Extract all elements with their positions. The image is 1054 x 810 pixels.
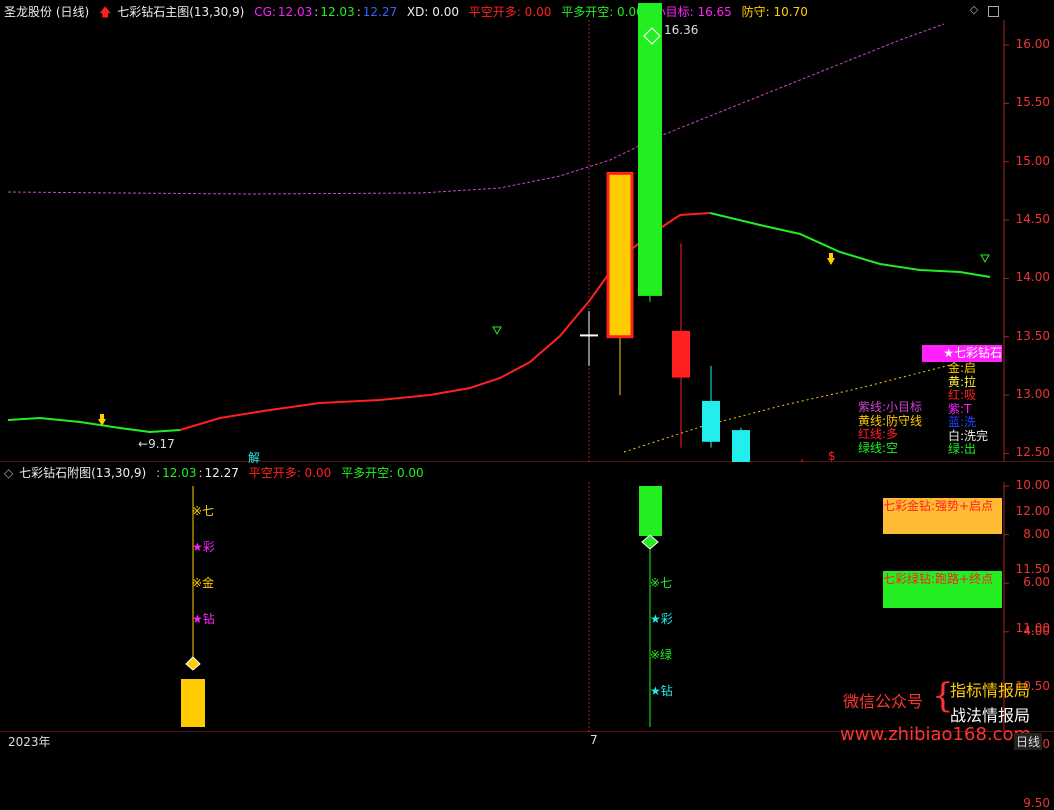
wechat-label: 微信公众号: [843, 692, 924, 711]
brand-1: 指标情报局: [950, 681, 1031, 700]
price-tick-label: 15.50: [1015, 95, 1050, 110]
candle: [638, 2, 662, 296]
green-bar: [639, 486, 662, 536]
period-label[interactable]: 日线: [1014, 733, 1043, 750]
legend-green-line: 绿线:空: [858, 440, 899, 455]
sub-left-jin: ※金: [192, 576, 215, 590]
legend-right: 金:启 黄:拉 红:吸 紫:T 蓝:洗 白:洗完 绿:出: [948, 361, 989, 457]
price-tick-label: 16.00: [1015, 37, 1050, 51]
sub-right-qi: ※七: [650, 576, 673, 590]
sub-right-cai: ★彩: [650, 612, 673, 626]
legend-red-line: 红线:多: [858, 427, 899, 441]
green-diamond-box: 七彩绿钻:跑路+终点: [883, 571, 1002, 608]
green-arrow-down-icon: [492, 326, 502, 336]
sub-left-qi: ※七: [192, 504, 215, 518]
brand-2: 战法情报局: [950, 706, 1031, 725]
low-price-label: ←9.17: [138, 437, 175, 451]
candle: [732, 430, 750, 462]
qicai-tag: ★七彩钻石: [922, 345, 1002, 362]
gold-diamond-box: 七彩金钻:强势+启点: [883, 498, 1002, 534]
price-tick-label: 13.00: [1015, 387, 1050, 402]
site-url: www.zhibiao168.com: [840, 724, 1032, 745]
sub-right-zuan: ★钻: [650, 684, 673, 698]
legend-left: 紫线:小目标 黄线:防守线 红线:多 绿线:空: [858, 400, 923, 455]
ma-green-left: [7, 416, 181, 434]
purple-target-line: [7, 23, 945, 195]
sub-tick-label: 4.00: [1023, 623, 1050, 638]
legend-yellow-line: 黄线:防守线: [858, 413, 923, 428]
price-tick-label: 9.50: [1023, 795, 1050, 810]
year-label: 2023年: [8, 735, 51, 749]
candle: [702, 400, 720, 442]
price-tick-label: 14.50: [1015, 212, 1050, 227]
sub-tick-label: 6.00: [1023, 575, 1050, 590]
sub-left-labels: ※七 ★彩 ※金 ★钻: [192, 502, 215, 646]
sub-right-lv: ※绿: [650, 648, 673, 662]
yellow-arrow-2-icon: [827, 258, 835, 265]
price-tick-label: 13.50: [1015, 328, 1050, 343]
legend-jin: 金:启: [948, 361, 977, 375]
legend-hong: 红:吸: [948, 388, 977, 402]
sub-right-labels: ※七 ★彩 ※绿 ★钻: [650, 574, 673, 718]
sub-tick-label: 8.00: [1023, 526, 1050, 541]
main-chart[interactable]: [0, 0, 1054, 462]
legend-lan: 蓝:洗: [948, 415, 977, 429]
green-diamond-icon: [641, 534, 659, 550]
dollar-label: $: [828, 449, 836, 463]
month-label: 7: [590, 733, 598, 747]
price-tick-label: 14.00: [1015, 270, 1050, 285]
gold-bar: [181, 679, 205, 727]
sub-left-cai: ★彩: [192, 540, 215, 554]
sub-left-zuan: ★钻: [192, 612, 215, 626]
price-tick-label: 12.50: [1015, 445, 1050, 460]
high-price-label: 16.36: [664, 23, 699, 37]
candle: [606, 171, 634, 339]
ma-green-right: [709, 212, 991, 278]
price-tick-label: 15.00: [1015, 153, 1050, 168]
legend-zi: 紫:T: [948, 401, 972, 416]
legend-huang: 黄:拉: [948, 374, 977, 389]
sub-tick-label: 10.00: [1015, 478, 1050, 492]
green-arrow-down-2-icon: [980, 254, 990, 264]
gold-diamond-icon: [185, 656, 201, 671]
legend-lv: 绿:出: [948, 442, 977, 456]
candle: [672, 330, 690, 378]
candle: [580, 334, 598, 337]
legend-purple-line: 紫线:小目标: [858, 400, 923, 414]
legend-bai: 白:洗完: [948, 428, 989, 443]
